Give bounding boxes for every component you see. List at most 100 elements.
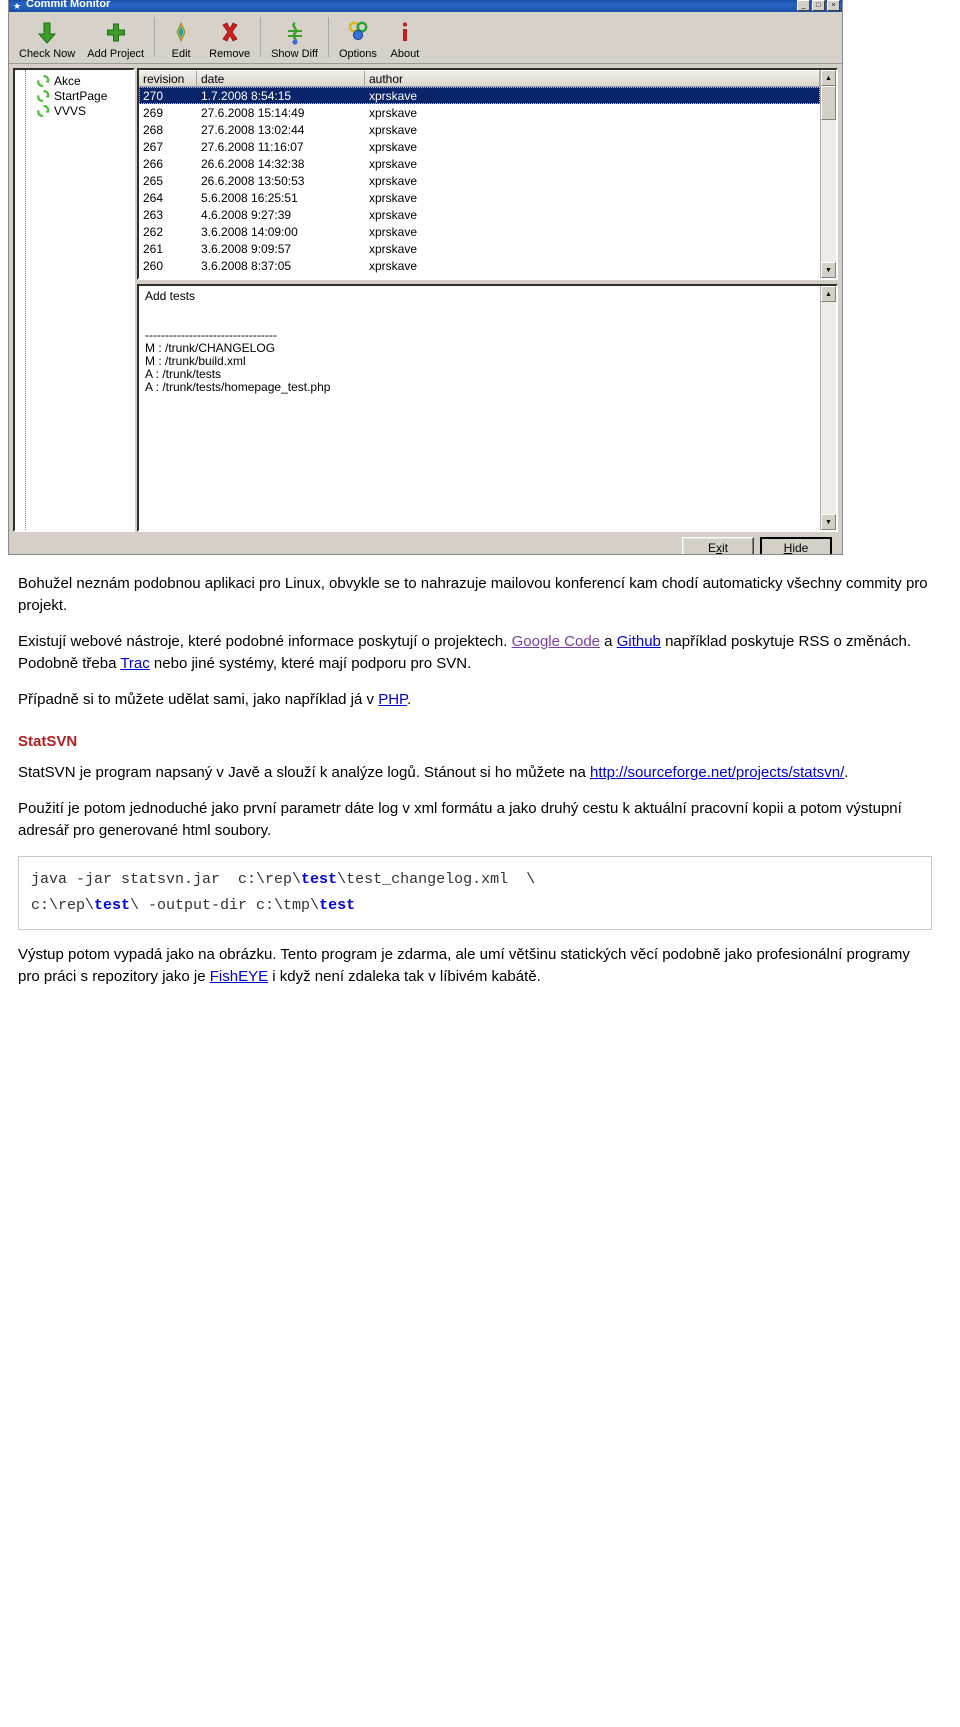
cell-date: 4.6.2008 9:27:39 bbox=[201, 207, 292, 222]
toolbar-button-options[interactable]: Options bbox=[333, 19, 383, 61]
right-pane: revision date author 270 1.7.2008 8:54:15… bbox=[137, 68, 838, 532]
revision-list[interactable]: revision date author 270 1.7.2008 8:54:15… bbox=[137, 68, 838, 280]
down-arrow-icon bbox=[36, 20, 58, 46]
text-fragment: i když není zdaleka tak v líbivém kabátě… bbox=[268, 968, 541, 985]
tree-item-startpage[interactable]: StartPage bbox=[17, 88, 131, 103]
cell-date: 3.6.2008 8:37:05 bbox=[201, 258, 292, 273]
plus-icon bbox=[105, 20, 127, 46]
link-fisheye[interactable]: FishEYE bbox=[210, 968, 268, 985]
cell-author: xprskave bbox=[369, 88, 418, 103]
scroll-track[interactable] bbox=[821, 86, 836, 262]
link-github[interactable]: Github bbox=[617, 633, 661, 650]
cell-date: 3.6.2008 14:09:00 bbox=[201, 224, 298, 239]
revision-list-header: revision date author bbox=[139, 70, 820, 87]
toolbar-button-edit[interactable]: Edit bbox=[159, 19, 203, 61]
toolbar-separator bbox=[327, 17, 329, 57]
cell-revision: 270 bbox=[143, 88, 164, 103]
commit-message-line: A : /trunk/tests/homepage_test.php bbox=[145, 380, 331, 394]
cell-revision: 260 bbox=[143, 258, 164, 273]
maximize-button[interactable]: □ bbox=[812, 0, 825, 11]
cell-author: xprskave bbox=[369, 105, 418, 120]
tree-item-akce[interactable]: Akce bbox=[17, 73, 131, 88]
hide-button[interactable]: Hide bbox=[760, 537, 832, 554]
tree-item-vvvs[interactable]: VVVS bbox=[17, 103, 131, 118]
table-row[interactable]: 261 3.6.2008 9:09:57 xprskave bbox=[139, 240, 820, 257]
commit-message-line: Add tests bbox=[145, 289, 196, 303]
paragraph-diy: Případně si to můžete udělat sami, jako … bbox=[18, 689, 932, 711]
minimize-button[interactable]: _ bbox=[797, 0, 810, 11]
close-button[interactable]: × bbox=[827, 0, 840, 11]
cell-revision: 265 bbox=[143, 173, 164, 188]
scroll-up-button[interactable]: ▲ bbox=[821, 286, 836, 302]
toolbar-button-check-now[interactable]: Check Now bbox=[13, 19, 81, 61]
scroll-thumb[interactable] bbox=[821, 86, 836, 120]
text-fragment: Případně si to můžete udělat sami, jako … bbox=[18, 691, 379, 708]
cell-author: xprskave bbox=[369, 173, 418, 188]
cell-date: 5.6.2008 16:25:51 bbox=[201, 190, 298, 205]
column-header-author[interactable]: author bbox=[365, 70, 820, 86]
table-row[interactable]: 266 26.6.2008 14:32:38 xprskave bbox=[139, 155, 820, 172]
diff-icon bbox=[284, 20, 306, 46]
revision-list-body[interactable]: 270 1.7.2008 8:54:15 xprskave 269 27.6.2008 … bbox=[139, 87, 820, 278]
link-google-code[interactable]: Google Code bbox=[512, 633, 600, 650]
cell-revision: 264 bbox=[143, 190, 164, 205]
commit-message-pane[interactable]: Add tests -------------------------------… bbox=[137, 284, 838, 532]
scroll-up-button[interactable]: ▲ bbox=[821, 70, 836, 86]
toolbar-button-remove[interactable]: Remove bbox=[203, 19, 256, 61]
revision-list-scrollbar[interactable]: ▲ ▼ bbox=[820, 70, 836, 278]
paragraph-web-tools: Existují webové nástroje, které podobné … bbox=[18, 631, 932, 675]
toolbar-label: Remove bbox=[209, 48, 251, 60]
cell-revision: 262 bbox=[143, 224, 164, 239]
main-toolbar: Check Now Add Project Edit Remove Show D… bbox=[9, 12, 842, 64]
scroll-track[interactable] bbox=[821, 302, 836, 514]
table-row[interactable]: 264 5.6.2008 16:25:51 xprskave bbox=[139, 189, 820, 206]
link-trac[interactable]: Trac bbox=[120, 655, 149, 672]
cell-revision: 261 bbox=[143, 241, 164, 256]
link-sourceforge-statsvn[interactable]: http://sourceforge.net/projects/statsvn/ bbox=[590, 764, 844, 781]
toolbar-button-show-diff[interactable]: Show Diff bbox=[265, 19, 324, 61]
cell-date: 1.7.2008 8:54:15 bbox=[201, 88, 292, 103]
cell-date: 3.6.2008 9:09:57 bbox=[201, 241, 292, 256]
cell-author: xprskave bbox=[369, 258, 418, 273]
code-fragment: \ -output-dir c:\tmp\ bbox=[130, 897, 320, 914]
text-fragment: StatSVN je program napsaný v Javě a slou… bbox=[18, 764, 590, 781]
paragraph-usage: Použití je potom jednoduché jako první p… bbox=[18, 800, 902, 839]
table-row[interactable]: 262 3.6.2008 14:09:00 xprskave bbox=[139, 223, 820, 240]
link-php[interactable]: PHP bbox=[378, 691, 407, 708]
toolbar-button-about[interactable]: About bbox=[383, 19, 427, 61]
code-fragment: java -jar statsvn.jar c:\rep\ bbox=[31, 871, 302, 888]
text-fragment: nebo jiné systémy, které mají podporu pr… bbox=[149, 655, 472, 672]
window-body: Akce StartPage VVVS revision date author… bbox=[9, 64, 842, 532]
table-row[interactable]: 270 1.7.2008 8:54:15 xprskave bbox=[139, 87, 820, 104]
text-fragment: . bbox=[844, 764, 849, 781]
commit-message-text: Add tests -------------------------------… bbox=[139, 286, 820, 530]
table-row[interactable]: 260 3.6.2008 8:37:05 xprskave bbox=[139, 257, 820, 274]
scroll-down-button[interactable]: ▼ bbox=[821, 262, 836, 278]
column-header-revision[interactable]: revision bbox=[139, 70, 197, 86]
cell-revision: 269 bbox=[143, 105, 164, 120]
cell-author: xprskave bbox=[369, 139, 418, 154]
toolbar-label: About bbox=[390, 48, 420, 60]
scroll-down-button[interactable]: ▼ bbox=[821, 514, 836, 530]
commit-message-line bbox=[145, 303, 814, 316]
table-row[interactable]: 269 27.6.2008 15:14:49 xprskave bbox=[139, 104, 820, 121]
window-title: Commit Monitor bbox=[26, 0, 111, 10]
table-row[interactable]: 263 4.6.2008 9:27:39 xprskave bbox=[139, 206, 820, 223]
toolbar-label: Show Diff bbox=[271, 48, 318, 60]
exit-button[interactable]: Exit bbox=[682, 537, 754, 554]
cell-author: xprskave bbox=[369, 156, 418, 171]
table-row[interactable]: 268 27.6.2008 13:02:44 xprskave bbox=[139, 121, 820, 138]
paragraph-statsvn-intro: StatSVN je program napsaný v Javě a slou… bbox=[18, 762, 932, 784]
message-pane-scrollbar[interactable]: ▲ ▼ bbox=[820, 286, 836, 530]
table-row[interactable]: 267 27.6.2008 11:16:07 xprskave bbox=[139, 138, 820, 155]
window-footer: Exit Hide bbox=[9, 532, 842, 554]
project-tree[interactable]: Akce StartPage VVVS bbox=[13, 68, 135, 532]
revision-list-main: revision date author 270 1.7.2008 8:54:15… bbox=[139, 70, 820, 278]
column-header-date[interactable]: date bbox=[197, 70, 365, 86]
toolbar-button-add-project[interactable]: Add Project bbox=[81, 19, 150, 61]
table-row[interactable]: 265 26.6.2008 13:50:53 xprskave bbox=[139, 172, 820, 189]
cell-date: 27.6.2008 11:16:07 bbox=[201, 139, 304, 154]
code-fragment: \test_changelog.xml \ bbox=[337, 871, 536, 888]
cell-date: 27.6.2008 13:02:44 bbox=[201, 122, 305, 137]
code-keyword: test bbox=[319, 897, 356, 914]
